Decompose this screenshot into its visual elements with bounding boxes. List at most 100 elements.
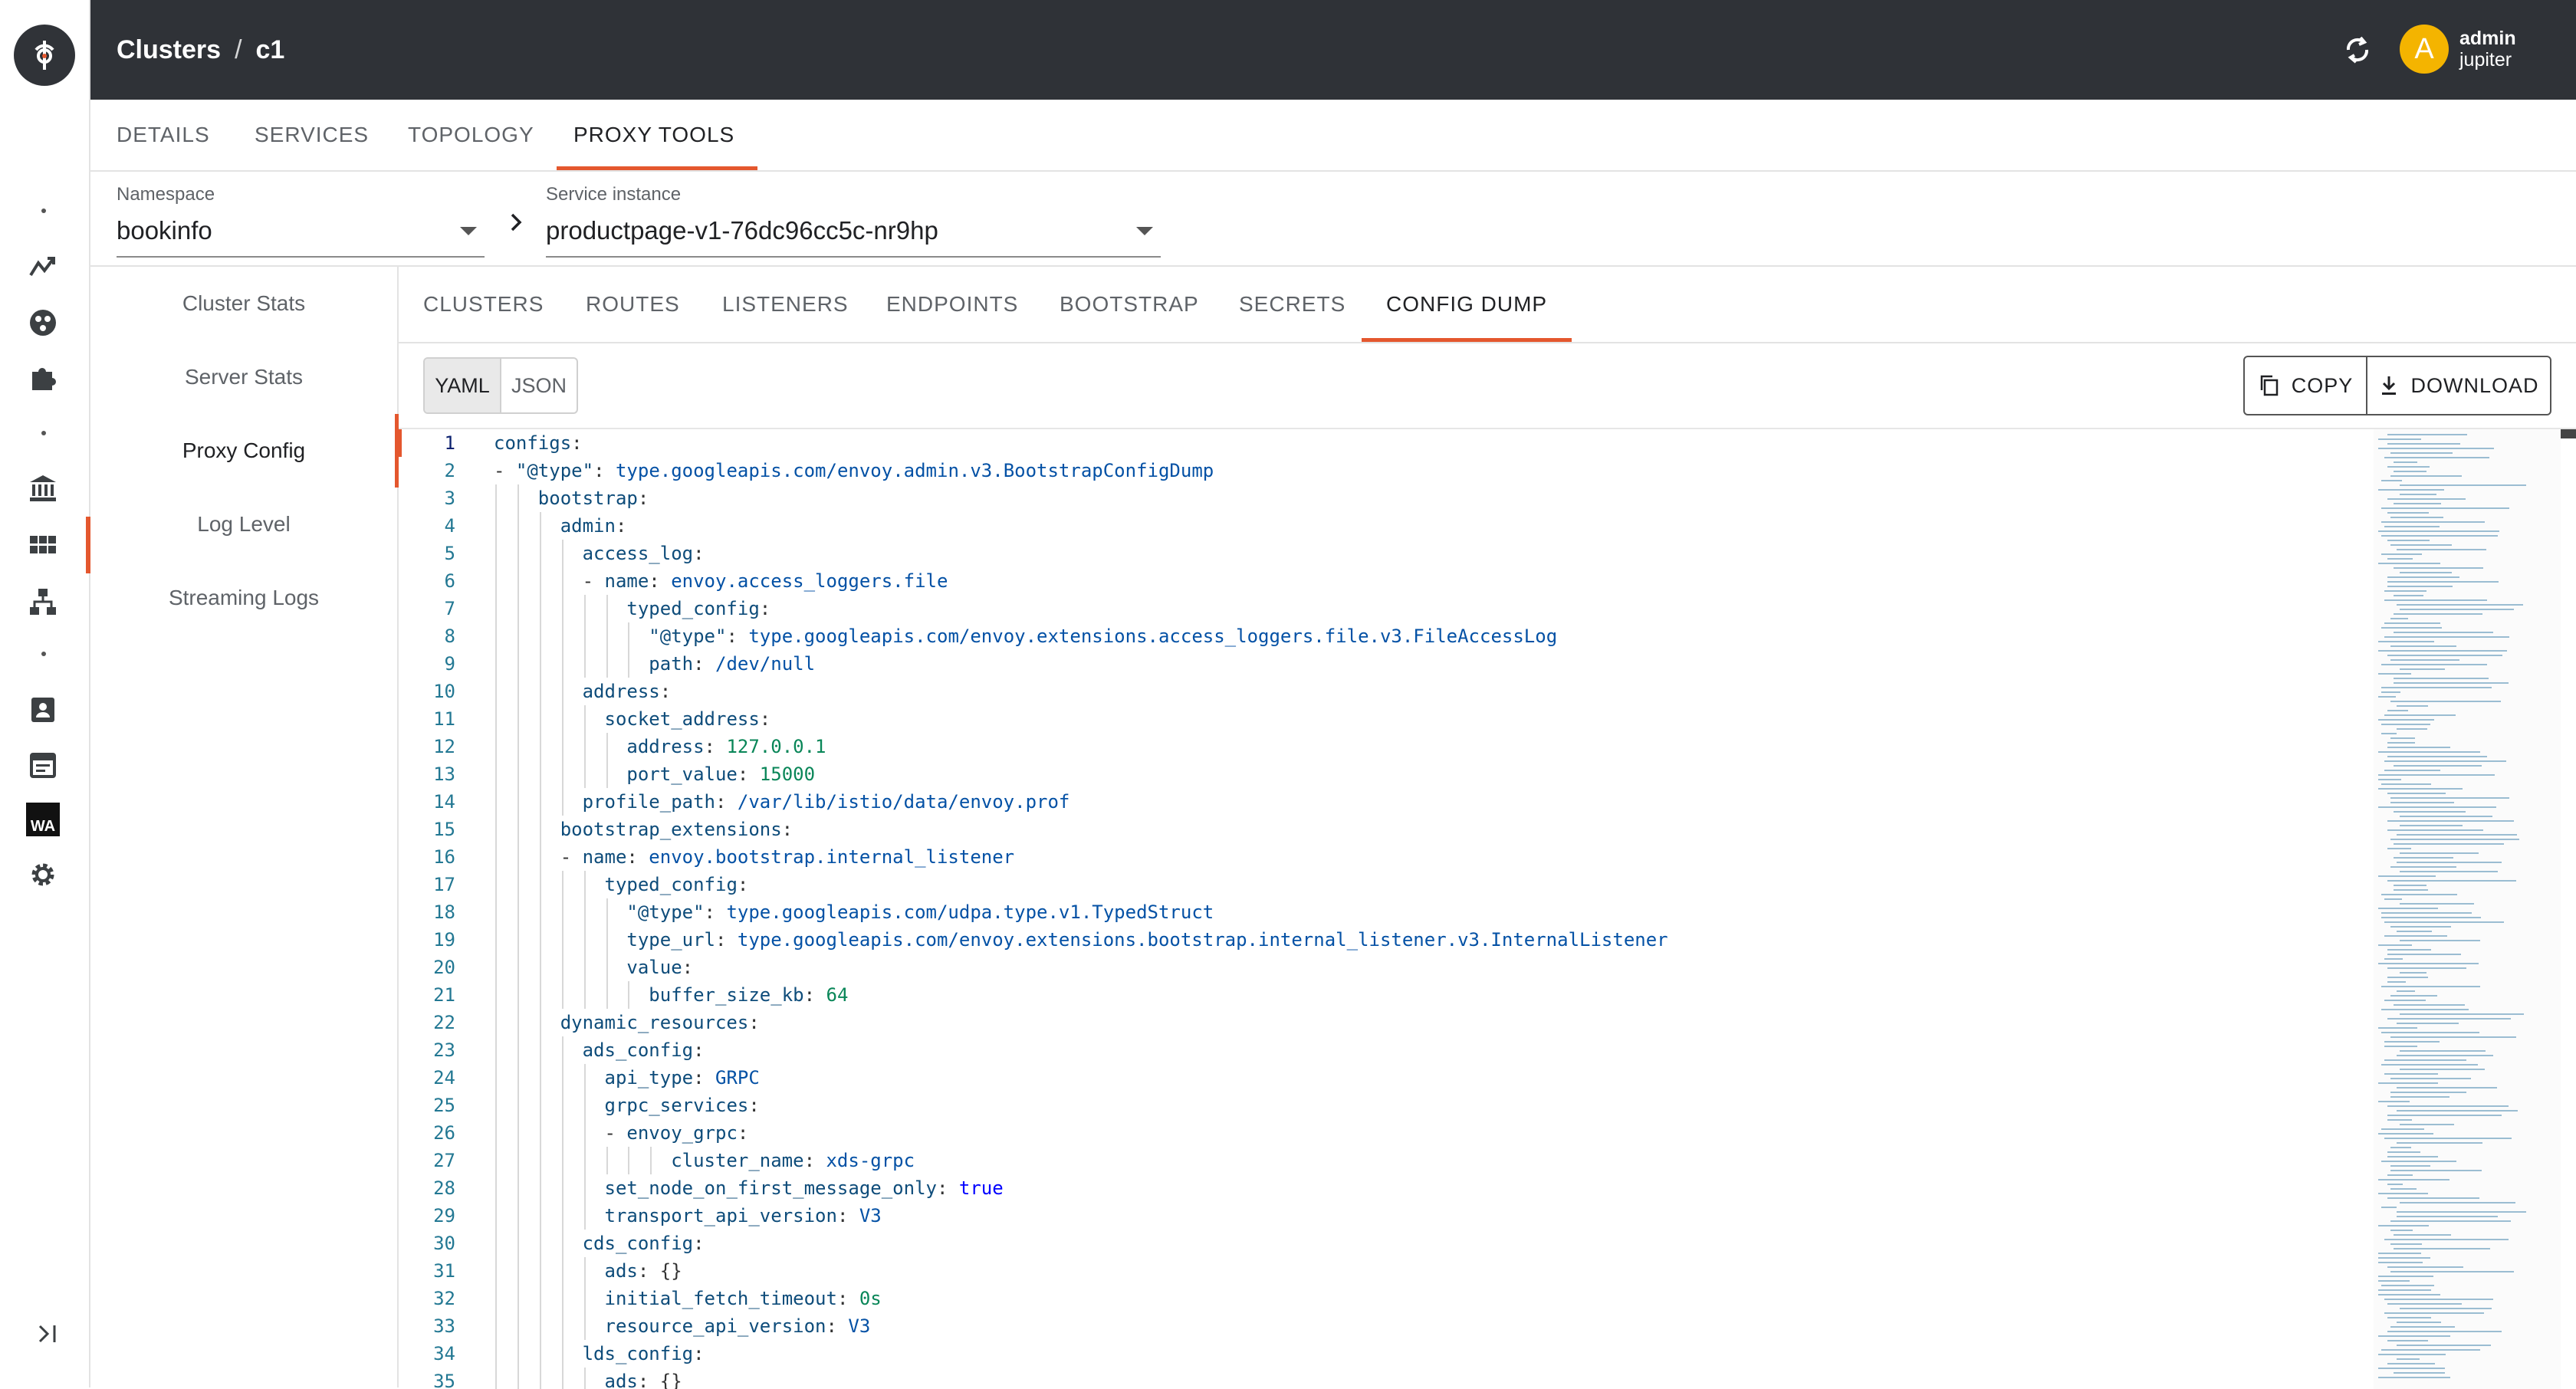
minimap-line <box>2381 986 2480 987</box>
code-text: cds_config: <box>583 1230 705 1257</box>
wa-icon[interactable]: WA <box>24 800 62 839</box>
dropdown-arrow-icon <box>1136 227 1153 235</box>
tab-services[interactable]: SERVICES <box>255 100 369 170</box>
minimap-line <box>2387 1115 2502 1116</box>
indent-guide <box>539 816 541 843</box>
indent-guide <box>539 678 541 705</box>
indent-guide <box>539 843 541 871</box>
user-menu[interactable]: admin jupiter <box>2459 28 2516 71</box>
indent-guide <box>539 1064 541 1092</box>
menu-streaming-logs[interactable]: Streaming Logs <box>90 561 397 635</box>
tab-proxy-tools[interactable]: PROXY TOOLS <box>556 100 758 170</box>
tab-topology[interactable]: TOPOLOGY <box>408 100 534 170</box>
menu-proxy-config[interactable]: Proxy Config <box>90 414 399 488</box>
analytics-icon[interactable] <box>24 248 62 287</box>
minimap-line <box>2400 1069 2485 1070</box>
calendar-icon[interactable] <box>24 745 62 783</box>
indent-guide <box>495 650 497 678</box>
indent-guide <box>606 595 608 622</box>
minimap-line <box>2381 733 2397 734</box>
line-number: 35 <box>433 1371 455 1389</box>
tab-endpoints[interactable]: ENDPOINTS <box>886 267 1018 342</box>
minimap-line <box>2381 627 2442 629</box>
minimap-line <box>2387 1184 2403 1185</box>
yaml-value: /var/lib/istio/data/envoy.prof <box>726 791 1070 813</box>
app-logo[interactable] <box>14 25 75 86</box>
menu-log-level[interactable]: Log Level <box>90 488 397 561</box>
clusters-grid-icon[interactable] <box>24 526 62 564</box>
line-number: 13 <box>433 763 455 785</box>
minimap-line <box>2381 1161 2456 1162</box>
minimap-line <box>2387 880 2516 882</box>
indent-guide <box>517 1340 519 1368</box>
tab-details[interactable]: DETAILS <box>117 100 210 170</box>
settings-gear-icon[interactable] <box>24 855 62 894</box>
extensions-icon[interactable] <box>24 359 62 397</box>
yaml-colon: : <box>803 1150 816 1171</box>
minimap-line <box>2387 848 2411 849</box>
service-instance-select[interactable]: Service instance productpage-v1-76dc96cc… <box>546 184 1161 258</box>
badge-icon[interactable] <box>24 690 62 728</box>
expand-rail-icon[interactable] <box>31 1317 64 1351</box>
indent-guide <box>495 1147 497 1174</box>
indent-guide <box>561 1064 564 1092</box>
json-toggle-button[interactable]: JSON <box>500 359 577 412</box>
indent-guide <box>583 1312 586 1340</box>
mesh-icon[interactable] <box>24 304 62 342</box>
indent-guide <box>583 622 586 650</box>
code-text: bootstrap: <box>538 484 649 512</box>
tab-routes[interactable]: ROUTES <box>586 267 680 342</box>
wa-icon-label: WA <box>30 818 56 835</box>
minimap-line <box>2378 530 2499 532</box>
tab-secrets[interactable]: SECRETS <box>1239 267 1346 342</box>
tab-clusters[interactable]: CLUSTERS <box>423 267 544 342</box>
menu-cluster-stats[interactable]: Cluster Stats <box>90 267 397 340</box>
yaml-toggle-button[interactable]: YAML <box>425 359 500 412</box>
minimap-line <box>2397 1216 2498 1217</box>
yaml-key: cluster_name <box>671 1150 804 1171</box>
tab-config-dump[interactable]: CONFIG DUMP <box>1361 267 1572 342</box>
minimap-line <box>2381 1128 2424 1130</box>
editor-scrollbar[interactable] <box>2561 429 2576 438</box>
tab-listeners[interactable]: LISTENERS <box>722 267 849 342</box>
download-button[interactable]: DOWNLOAD <box>2366 357 2550 414</box>
line-number: 25 <box>433 1095 455 1116</box>
yaml-key: typed_config <box>604 874 738 895</box>
menu-server-stats[interactable]: Server Stats <box>90 340 397 414</box>
yaml-colon: : <box>693 543 705 564</box>
refresh-icon[interactable] <box>2337 29 2378 71</box>
yaml-key: name <box>604 570 649 592</box>
minimap-line <box>2387 576 2459 578</box>
line-number: 28 <box>433 1177 455 1199</box>
line-number: 12 <box>433 736 455 757</box>
indent-guide <box>561 678 564 705</box>
topology-icon[interactable] <box>24 583 62 621</box>
minimap-line <box>2387 512 2429 514</box>
bank-icon[interactable] <box>24 469 62 507</box>
indent-guide <box>583 954 586 981</box>
line-number: 4 <box>444 515 455 537</box>
yaml-colon: : <box>637 1260 649 1282</box>
indent-guide <box>539 567 541 595</box>
copy-button[interactable]: COPY <box>2245 357 2366 414</box>
yaml-colon: : <box>803 984 816 1006</box>
namespace-select[interactable]: Namespace bookinfo <box>117 184 485 258</box>
line-number: 20 <box>433 957 455 978</box>
line-number: 31 <box>433 1260 455 1282</box>
indent-guide <box>561 898 564 926</box>
indent-guide <box>495 595 497 622</box>
minimap-line <box>2390 1092 2466 1093</box>
minimap-line <box>2394 567 2483 569</box>
avatar[interactable]: A <box>2400 25 2449 74</box>
minimap-line <box>2378 1335 2450 1337</box>
code-minimap[interactable] <box>2374 429 2561 1389</box>
config-dump-editor[interactable]: 1 configs: 2 - "@type": type.googleapis.com… <box>399 428 2576 1389</box>
indent-guide <box>495 926 497 954</box>
user-org: jupiter <box>2459 49 2512 71</box>
indent-guide <box>495 954 497 981</box>
tab-bootstrap[interactable]: BOOTSTRAP <box>1060 267 1199 342</box>
line-number: 1 <box>444 432 455 454</box>
indent-guide <box>539 760 541 788</box>
breadcrumb-clusters-link[interactable]: Clusters <box>117 35 221 65</box>
yaml-colon: : <box>726 626 738 647</box>
